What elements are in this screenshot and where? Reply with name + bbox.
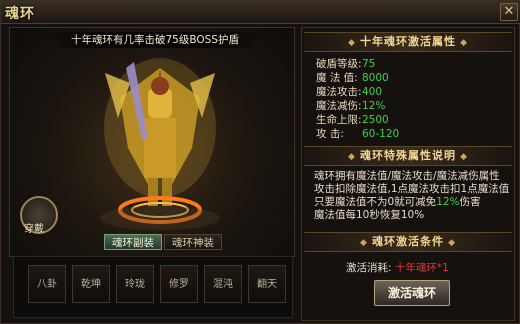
attr-row: 生命上限:2500 (316, 114, 389, 126)
tab-secondary-rings[interactable]: 魂环副装 (104, 234, 162, 250)
desc-highlight: 12% (436, 196, 460, 208)
desc-line: 魔法值每10秒恢复10% (314, 209, 425, 221)
cost-value: 十年魂环*1 (394, 262, 449, 274)
desc-line: 魂环拥有魔法值/魔法攻击/魔法减伤属性 (314, 170, 500, 182)
window-title: 魂环 (5, 6, 35, 22)
section-title: 魂环特殊属性说明 (360, 149, 456, 162)
section-title: 十年魂环激活属性 (360, 35, 456, 48)
attr-label: 攻 击: (316, 128, 344, 140)
desc-line: 只要魔法值不为0就可减免12%伤害 (314, 196, 510, 209)
section-title: 魂环激活条件 (372, 235, 444, 248)
close-icon[interactable]: ✕ (500, 3, 518, 21)
attr-row: 攻 击: 60-120 (316, 128, 399, 140)
special-attributes-description: 魂环拥有魔法值/魔法攻击/魔法减伤属性 攻击扣除魔法值,1点魔法攻击扣1点魔法值… (314, 170, 510, 222)
attr-value: 12% (362, 100, 386, 112)
ring-slot-bar: 八卦 乾坤 玲珑 修罗 混沌 翻天 (13, 256, 293, 318)
ring-slot[interactable]: 混沌 (204, 265, 242, 303)
attr-label: 魔法攻击: (316, 86, 362, 98)
tab-divine-rings[interactable]: 魂环神装 (164, 234, 222, 250)
ring-slot[interactable]: 修罗 (160, 265, 198, 303)
attr-row: 破盾等级:75 (316, 58, 375, 70)
ring-slot[interactable]: 乾坤 (72, 265, 110, 303)
attr-label: 魔 法 值: (316, 72, 358, 84)
attr-value: 400 (362, 86, 383, 98)
activation-cost: 激活消耗: 十年魂环*1 (346, 260, 449, 275)
attr-value: 2500 (362, 114, 389, 126)
desc-text: 只要魔法值不为0就可减免 (314, 196, 437, 208)
character-preview-panel: 十年魂环有几率击破75级BOSS护盾 穿戴 魂环副装 魂环神装 (9, 27, 295, 257)
activate-ring-button[interactable]: 激活魂环 (374, 280, 450, 306)
attributes-panel: ◆ 十年魂环激活属性 ◆ 破盾等级:75 魔 法 值: 8000 魔法攻击:400… (301, 27, 515, 321)
attr-value: 60-120 (362, 128, 400, 140)
attr-value: 8000 (362, 72, 389, 84)
attr-label: 破盾等级: (316, 58, 362, 70)
soul-ring-window: 魂环 ✕ 十年魂环有几率击破75级BOSS护盾 穿戴 魂环副装 魂环神装 八卦 … (0, 0, 520, 324)
desc-line: 攻击扣除魔法值,1点魔法攻击扣1点魔法值 (314, 183, 510, 195)
boss-shield-banner: 十年魂环有几率击破75级BOSS护盾 (50, 32, 260, 48)
attr-row: 魔法攻击:400 (316, 86, 382, 98)
attr-label: 生命上限: (316, 114, 362, 126)
desc-text: 伤害 (459, 196, 481, 208)
attr-label: 魔法减伤: (316, 100, 362, 112)
ring-slot[interactable]: 八卦 (28, 265, 66, 303)
wear-button-label: 穿戴 (24, 224, 44, 235)
attr-row: 魔法减伤:12% (316, 100, 385, 112)
title-bar: 魂环 ✕ (1, 1, 520, 24)
ring-slot[interactable]: 翻天 (248, 265, 286, 303)
ring-slot[interactable]: 玲珑 (116, 265, 154, 303)
special-attributes-header: ◆ 魂环特殊属性说明 ◆ (304, 146, 512, 166)
activation-attributes-header: ◆ 十年魂环激活属性 ◆ (304, 32, 512, 52)
attr-value: 75 (362, 58, 376, 70)
activation-conditions-header: ◆ 魂环激活条件 ◆ (304, 232, 512, 252)
attr-row: 魔 法 值: 8000 (316, 72, 389, 84)
cost-label: 激活消耗: (346, 262, 392, 274)
